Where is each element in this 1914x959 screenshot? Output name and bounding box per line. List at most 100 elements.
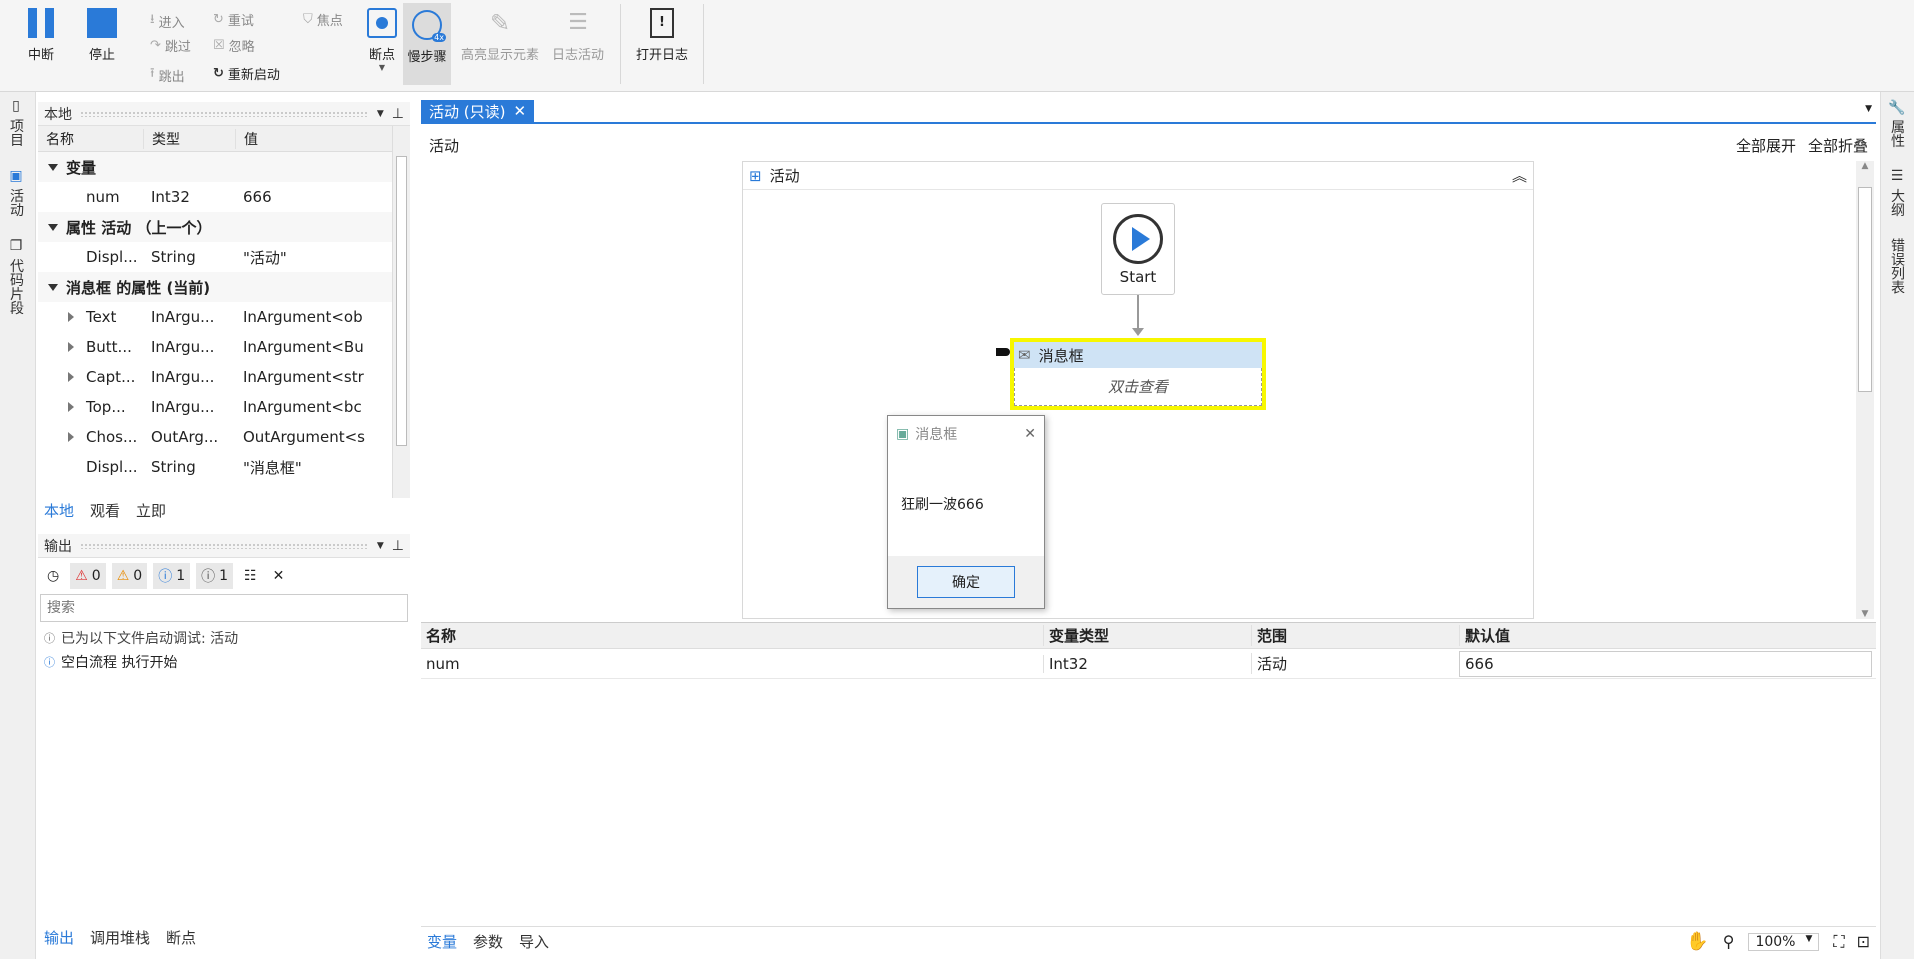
col-var-scope[interactable]: 范围 [1251, 625, 1459, 646]
step-out-button[interactable]: ⭱ 跳出 [150, 64, 185, 86]
step-into-button[interactable]: ⭳ 进入 [150, 10, 185, 32]
message-box-activity[interactable]: ✉ 消息框 双击查看 [1010, 338, 1266, 410]
breadcrumb[interactable]: 活动 [429, 135, 459, 156]
col-value[interactable]: 值 [235, 128, 392, 149]
table-row[interactable]: Capt... InArgu... InArgument<str [38, 362, 392, 392]
ok-button[interactable]: 确定 [917, 566, 1015, 598]
expand-icon[interactable] [68, 432, 74, 442]
tab-arguments[interactable]: 参数 [473, 931, 503, 952]
list-item[interactable]: ⓘ 空白流程 执行开始 [44, 650, 404, 674]
sidebar-tab-snippets[interactable]: ❐ 代码片段 [6, 238, 26, 314]
col-name[interactable]: 名称 [38, 129, 143, 149]
col-var-name[interactable]: 名称 [421, 625, 1043, 646]
chevron-down-icon: ▼ [378, 63, 386, 72]
tab-label: 活动 (只读) [429, 102, 506, 121]
locals-scrollbar[interactable] [392, 126, 410, 498]
table-row[interactable]: num Int32 666 [38, 182, 392, 212]
col-type[interactable]: 类型 [143, 128, 235, 149]
sidebar-tab-outline[interactable]: ☰ 大纲 [1887, 168, 1907, 216]
scroll-thumb[interactable] [1858, 187, 1872, 392]
tab-call-stack[interactable]: 调用堆栈 [90, 927, 150, 948]
chevron-down-icon[interactable]: ▼ [1865, 104, 1872, 114]
expand-icon[interactable] [68, 402, 74, 412]
pin-icon[interactable]: ⊥ [392, 538, 404, 554]
table-row[interactable]: Top... InArgu... InArgument<bc [38, 392, 392, 422]
open-log-button[interactable]: ! 打开日志 [633, 8, 691, 63]
tab-locals[interactable]: 本地 [44, 500, 74, 521]
sidebar-tab-project[interactable]: ▯ 项目 [6, 98, 26, 146]
slow-step-button[interactable]: 4x 慢步骤 [403, 3, 451, 85]
start-node[interactable]: Start [1101, 203, 1175, 295]
breakpoint-button[interactable]: 断点 ▼ [364, 8, 400, 72]
info-filter[interactable]: ⓘ 1 [153, 563, 191, 589]
chevron-down-icon[interactable]: ▼ [377, 541, 384, 551]
list-item[interactable]: ⓘ 已为以下文件启动调试: 活动 [44, 626, 404, 650]
clear-icon[interactable]: ✕ [268, 563, 290, 589]
scroll-down-icon[interactable]: ▼ [1856, 609, 1874, 619]
var-type-cell[interactable]: Int32 [1043, 654, 1251, 673]
tab-imports[interactable]: 导入 [519, 931, 549, 952]
tree-view-icon[interactable]: ☷ [239, 563, 262, 589]
table-row[interactable]: Displ... String "消息框" [38, 452, 392, 482]
restart-button[interactable]: ↻ 重新启动 [213, 64, 280, 83]
table-row[interactable]: Text InArgu... InArgument<ob [38, 302, 392, 332]
tab-variables[interactable]: 变量 [427, 931, 457, 952]
tab-immediate[interactable]: 立即 [136, 500, 166, 521]
scroll-thumb[interactable] [396, 156, 407, 446]
sidebar-tab-activities[interactable]: ▣ 活动 [6, 168, 26, 216]
tab-breakpoints[interactable]: 断点 [166, 927, 196, 948]
hand-icon[interactable]: ✋ [1686, 931, 1708, 952]
var-default-field[interactable]: 666 [1459, 650, 1872, 677]
tab-activity-readonly[interactable]: 活动 (只读) ✕ [421, 100, 535, 122]
expand-icon[interactable] [68, 372, 74, 382]
retry-button[interactable]: ↻ 重试 [213, 10, 254, 29]
expand-all-link[interactable]: 全部展开 [1736, 137, 1796, 155]
step-over-button[interactable]: ↷ 跳过 [150, 36, 191, 55]
highlight-elements-button[interactable]: ✎ 高亮显示元素 [459, 8, 541, 63]
expand-icon[interactable] [68, 312, 74, 322]
retry-label: 重试 [227, 14, 254, 29]
pin-icon[interactable]: ⊥ [392, 106, 404, 122]
timestamp-icon[interactable]: ◷ [42, 563, 64, 589]
table-row[interactable]: num Int32 活动 666 [421, 649, 1876, 679]
var-scope-cell[interactable]: 活动 [1251, 653, 1459, 674]
close-icon[interactable]: ✕ [513, 102, 526, 120]
warnings-filter[interactable]: ⚠ 0 [111, 563, 148, 589]
expand-icon[interactable] [68, 342, 74, 352]
col-var-default[interactable]: 默认值 [1459, 625, 1876, 646]
table-row[interactable]: Chos... OutArg... OutArgument<s [38, 422, 392, 452]
collapse-up-icon[interactable]: ︽ [1512, 165, 1527, 186]
tab-watch[interactable]: 观看 [90, 500, 120, 521]
chevron-down-icon[interactable]: ▼ [377, 109, 384, 119]
table-row[interactable]: Butt... InArgu... InArgument<Bu [38, 332, 392, 362]
canvas-scrollbar[interactable]: ▲ ▼ [1856, 161, 1874, 619]
search-input[interactable] [47, 600, 401, 616]
col-var-type[interactable]: 变量类型 [1043, 625, 1251, 646]
ribbon-divider [703, 4, 704, 84]
stop-button[interactable]: 停止 [82, 8, 122, 63]
close-icon[interactable]: ✕ [1024, 426, 1036, 442]
ignore-button[interactable]: ☒ 忽略 [213, 36, 255, 55]
var-name-cell[interactable]: num [421, 655, 1043, 673]
locals-group-variables[interactable]: 变量 [38, 152, 392, 182]
break-label: 中断 [27, 48, 54, 63]
pause-icon [28, 8, 54, 38]
cell-type: OutArg... [151, 428, 219, 446]
locals-group-prev-activity[interactable]: 属性 活动 （上一个） [38, 212, 392, 242]
locals-group-current[interactable]: 消息框 的属性 (当前) [38, 272, 392, 302]
zoom-select[interactable]: 100% ▼ [1748, 932, 1820, 951]
sidebar-tab-properties[interactable]: 🔧 属性 [1887, 98, 1907, 148]
zoom-icon[interactable]: ⚲ [1723, 932, 1735, 951]
trace-filter[interactable]: ⓘ 1 [196, 563, 234, 589]
focus-button[interactable]: ⛉ 焦点 [303, 10, 343, 29]
collapse-all-link[interactable]: 全部折叠 [1808, 137, 1868, 155]
sidebar-tab-errors[interactable]: 错误列表 [1887, 238, 1907, 294]
errors-filter[interactable]: ⚠ 0 [70, 563, 106, 589]
tab-output[interactable]: 输出 [44, 927, 74, 948]
scroll-up-icon[interactable]: ▲ [1856, 161, 1874, 171]
log-activity-button[interactable]: ☰ 日志活动 [550, 8, 606, 63]
table-row[interactable]: Displ... String "活动" [38, 242, 392, 272]
break-button[interactable]: 中断 [22, 8, 60, 63]
fit-screen-icon[interactable]: ⛶ [1833, 932, 1844, 952]
overview-icon[interactable]: ⊡ [1857, 932, 1870, 951]
